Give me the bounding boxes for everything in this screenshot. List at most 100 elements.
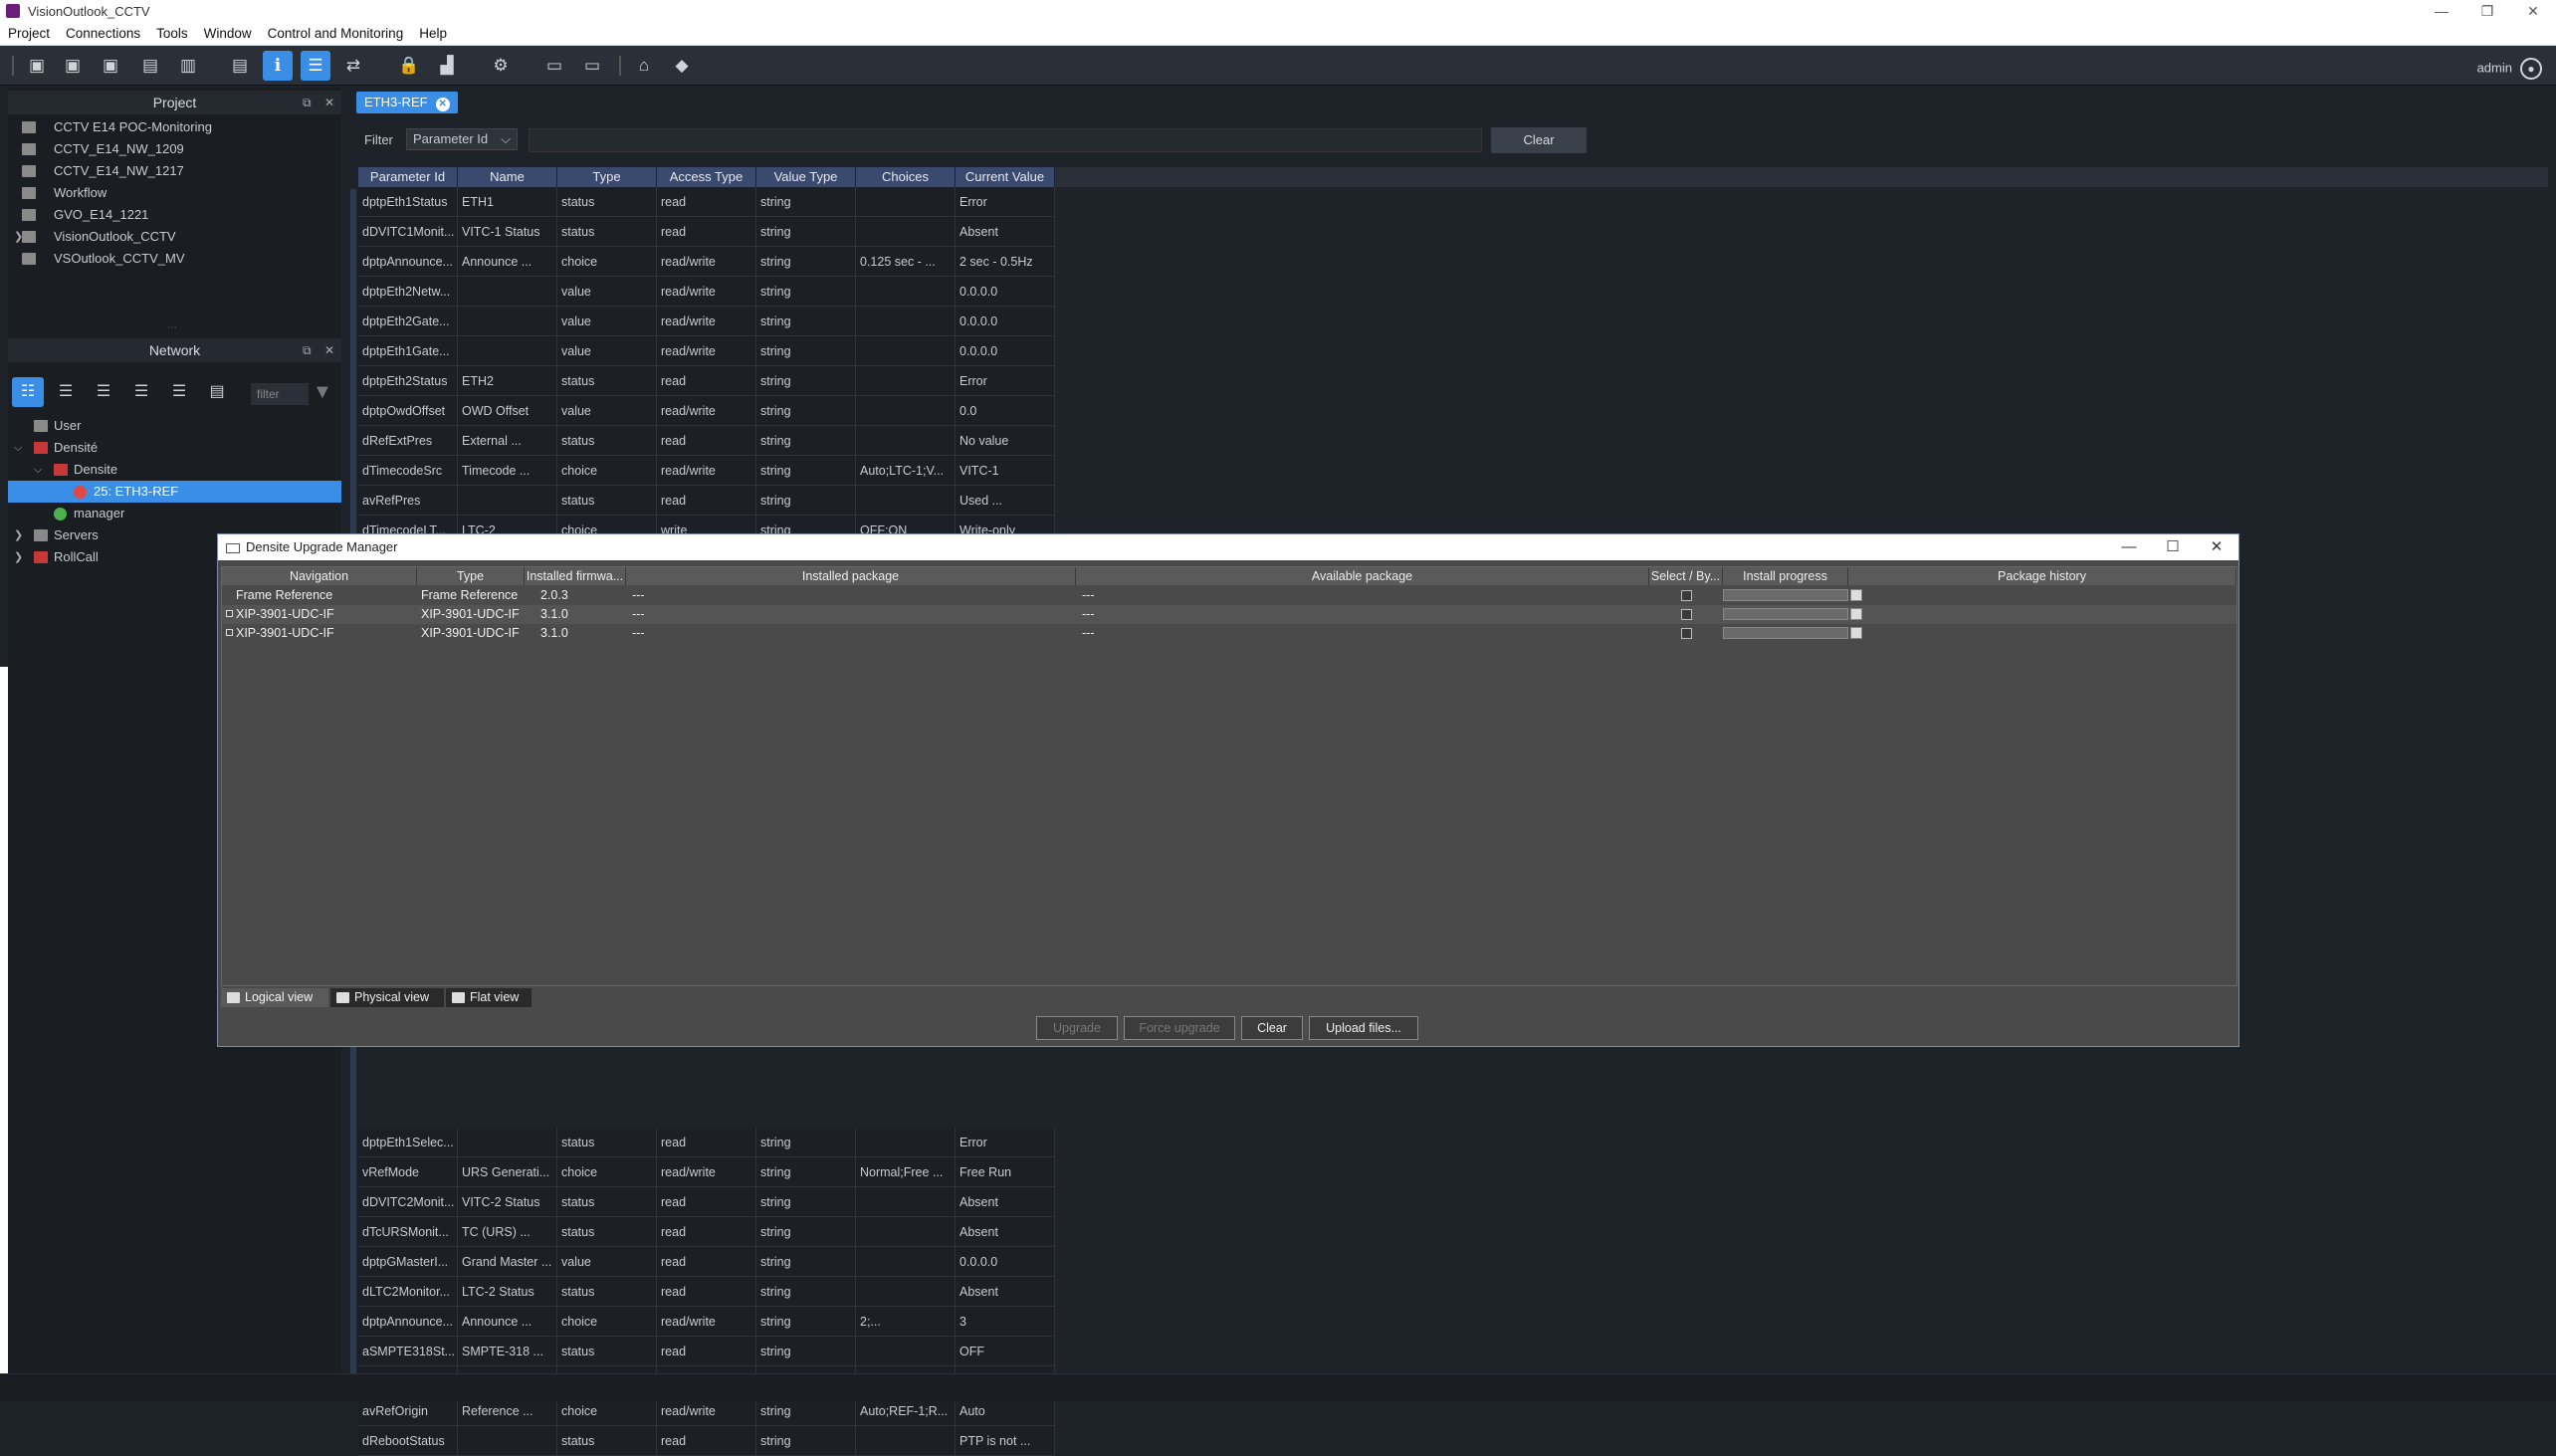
tab-eth3-ref[interactable]: ETH3-REF ✕ — [356, 92, 458, 113]
save-icon[interactable]: ▤ — [135, 51, 165, 81]
upgrade-row[interactable]: Frame Reference Frame Reference 2.0.3 --- --… — [222, 586, 2236, 605]
parameters-icon[interactable]: ▤ — [225, 51, 255, 81]
table-row[interactable]: dptpEth1Status ETH1 status read string Error — [358, 187, 2548, 217]
menu-control-monitoring[interactable]: Control and Monitoring — [260, 22, 412, 41]
package-history-icon[interactable] — [1850, 589, 1862, 601]
table-row[interactable]: dptpEth2Status ETH2 status read string Error — [358, 366, 2548, 396]
col-parameter-id[interactable]: Parameter Id — [358, 167, 458, 187]
panel-close-icon[interactable]: ✕ — [324, 338, 334, 362]
table-row[interactable]: dRebootStatus status read string PTP is not … — [358, 1426, 2548, 1456]
expand-arrow-icon[interactable]: ❯ — [14, 546, 26, 568]
project-item[interactable]: CCTV_E14_NW_1217 — [8, 160, 341, 182]
table-row[interactable]: dDVITC1Monit... VITC-1 Status status read st… — [358, 217, 2548, 247]
col-install-progress[interactable]: Install progress — [1723, 567, 1848, 585]
split-tree-icon[interactable]: ☰ — [125, 377, 157, 407]
col-package-history[interactable]: Package history — [1848, 567, 2236, 585]
monitor-alt-icon[interactable]: ▭ — [577, 51, 607, 81]
upload-files-button[interactable]: Upload files... — [1309, 1016, 1418, 1040]
info-icon[interactable]: ℹ — [263, 51, 293, 81]
package-history-icon[interactable] — [1850, 608, 1862, 620]
col-select[interactable]: Select / By... — [1649, 567, 1723, 585]
force-upgrade-button[interactable]: Force upgrade — [1124, 1016, 1235, 1040]
dialog-close-icon[interactable]: ✕ — [2195, 534, 2238, 560]
collapse-arrow-icon[interactable]: ⌵ — [14, 437, 26, 459]
table-row[interactable]: dptpEth1Selec... status read string Error — [358, 1128, 2548, 1157]
menu-connections[interactable]: Connections — [58, 22, 148, 41]
table-row[interactable]: dDVITC2Monit... VITC-2 Status status read st… — [358, 1187, 2548, 1217]
col-type[interactable]: Type — [557, 167, 657, 187]
menu-help[interactable]: Help — [411, 22, 455, 41]
funnel-icon[interactable]: ▼ — [313, 381, 332, 404]
project-item[interactable]: Workflow — [8, 182, 341, 204]
sync-icon[interactable]: ⇄ — [338, 51, 368, 81]
restore-icon[interactable]: ❐ — [2464, 0, 2510, 22]
new-project-icon[interactable]: ▣ — [22, 51, 52, 81]
network-filter-input[interactable]: filter — [251, 383, 309, 405]
user-menu[interactable]: admin ● — [2477, 58, 2542, 80]
project-item[interactable]: CCTV_E14_NW_1209 — [8, 138, 341, 160]
undock-icon[interactable]: ⧉ — [303, 91, 312, 114]
expand-row-icon[interactable] — [226, 610, 233, 617]
unlock-icon[interactable]: ▟ — [432, 51, 462, 81]
filter-input[interactable] — [529, 128, 1482, 152]
table-row[interactable]: dLTC2Monitor... LTC-2 Status status read str… — [358, 1277, 2548, 1307]
filter-field-select[interactable]: Parameter Id ⌵ — [406, 128, 518, 150]
tab-physical-view[interactable]: Physical view — [330, 988, 444, 1007]
project-item[interactable]: VSOutlook_CCTV_MV — [8, 248, 341, 270]
project-item[interactable]: GVO_E14_1221 — [8, 204, 341, 226]
add-node-icon[interactable]: ▣ — [96, 51, 125, 81]
col-value-type[interactable]: Value Type — [756, 167, 856, 187]
select-checkbox[interactable] — [1681, 628, 1692, 639]
table-row[interactable]: dTcURSMonit... TC (URS) ... status read stri… — [358, 1217, 2548, 1247]
upgrade-row[interactable]: XIP-3901-UDC-IF XIP-3901-UDC-IF 3.1.0 --- --… — [222, 605, 2236, 624]
tab-flat-view[interactable]: Flat view — [446, 988, 532, 1007]
menu-project[interactable]: Project — [0, 22, 58, 41]
table-row[interactable]: dptpEth2Gate... value read/write string 0.0.… — [358, 307, 2548, 336]
tree-item-manager[interactable]: manager — [8, 503, 341, 524]
upgrade-row[interactable]: XIP-3901-UDC-IF XIP-3901-UDC-IF 3.1.0 --- --… — [222, 624, 2236, 643]
home-icon[interactable]: ⌂ — [629, 51, 659, 81]
table-row[interactable]: dRefExtPres External ... status read string N… — [358, 426, 2548, 456]
dialog-minimize-icon[interactable]: — — [2107, 534, 2151, 560]
table-row[interactable]: dptpGMasterI... Grand Master ... value read… — [358, 1247, 2548, 1277]
col-installed-firmware[interactable]: Installed firmwa... — [525, 567, 626, 585]
collapse-arrow-icon[interactable]: ⌵ — [34, 459, 46, 481]
table-row[interactable]: dptpAnnounce... Announce ... choice read/wr… — [358, 247, 2548, 277]
tree-item-densite[interactable]: ⌵ Densite — [8, 459, 341, 481]
table-row[interactable]: aSMPTE318St... SMPTE-318 ... status read str… — [358, 1337, 2548, 1366]
upgrade-button[interactable]: Upgrade — [1036, 1016, 1118, 1040]
monitor-icon[interactable]: ▭ — [539, 51, 569, 81]
tab-close-icon[interactable]: ✕ — [435, 98, 450, 111]
save-as-icon[interactable]: ▥ — [173, 51, 203, 81]
table-row[interactable]: dTimecodeSrc Timecode ... choice read/write… — [358, 456, 2548, 486]
table-row[interactable]: dptpEth2Netw... value read/write string 0.0.… — [358, 277, 2548, 307]
menu-window[interactable]: Window — [196, 22, 260, 41]
col-name[interactable]: Name — [458, 167, 557, 187]
tree-eye-icon[interactable]: ☷ — [12, 377, 44, 407]
splitter-grip[interactable]: ⋯ — [167, 322, 177, 333]
col-current-value[interactable]: Current Value — [956, 167, 1055, 187]
undock-icon[interactable]: ⧉ — [303, 338, 312, 362]
view-list-icon[interactable]: ▤ — [201, 377, 233, 407]
expand-row-icon[interactable] — [226, 629, 233, 636]
collapse-tree-icon[interactable]: ☰ — [88, 377, 119, 407]
tab-logical-view[interactable]: Logical view — [221, 988, 328, 1007]
col-access-type[interactable]: Access Type — [657, 167, 756, 187]
clear-filter-button[interactable]: Clear — [1491, 127, 1587, 153]
close-icon[interactable]: ✕ — [2510, 0, 2556, 22]
sort-tree-icon[interactable]: ☰ — [163, 377, 195, 407]
package-history-icon[interactable] — [1850, 627, 1862, 639]
select-checkbox[interactable] — [1681, 609, 1692, 620]
col-available-package[interactable]: Available package — [1076, 567, 1649, 585]
tree-view-icon[interactable]: ☰ — [301, 51, 330, 81]
table-row[interactable]: dptpEth1Gate... value read/write string 0.0.… — [358, 336, 2548, 366]
table-row[interactable]: vRefMode URS Generati... choice read/write s… — [358, 1157, 2548, 1187]
tree-item-eth3-ref[interactable]: 25: ETH3-REF — [8, 481, 341, 503]
table-row[interactable]: avRefPres status read string Used ... — [358, 486, 2548, 516]
lock-icon[interactable]: 🔒 — [394, 51, 424, 81]
expand-tree-icon[interactable]: ☰ — [50, 377, 82, 407]
project-item[interactable]: ❯ VisionOutlook_CCTV — [8, 226, 341, 248]
col-navigation[interactable]: Navigation — [222, 567, 417, 585]
col-choices[interactable]: Choices — [856, 167, 956, 187]
select-checkbox[interactable] — [1681, 590, 1692, 601]
